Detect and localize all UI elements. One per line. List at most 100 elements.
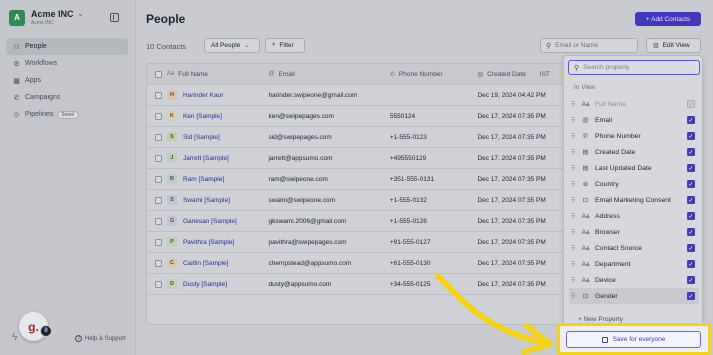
drag-handle-icon[interactable]: ⠿ bbox=[571, 117, 577, 124]
contact-name[interactable]: Ken [Sample] bbox=[183, 113, 222, 120]
name-cell[interactable]: K Ken [Sample] bbox=[163, 111, 263, 121]
contact-name[interactable]: Swami [Sample] bbox=[183, 197, 230, 204]
contact-name[interactable]: Dusty [Sample] bbox=[183, 281, 227, 288]
property-checkbox[interactable]: ✓ bbox=[687, 212, 695, 220]
drag-handle-icon[interactable]: ⠿ bbox=[571, 149, 577, 156]
save-for-everyone-button[interactable]: Save for everyone bbox=[566, 331, 701, 348]
property-checkbox[interactable]: ✓ bbox=[687, 276, 695, 284]
column-header-phone[interactable]: ✆ Phone Number bbox=[384, 71, 472, 78]
sidebar-item-people[interactable]: ⚇ People bbox=[6, 38, 128, 55]
column-header-date[interactable]: ▤ Created Date IST bbox=[471, 71, 563, 78]
name-cell[interactable]: S Swami [Sample] bbox=[163, 195, 263, 205]
property-item[interactable]: ⠿ ▤ Last Updated Date ✓ bbox=[569, 160, 699, 176]
drag-handle-icon[interactable]: ⠿ bbox=[571, 213, 577, 220]
row-checkbox[interactable] bbox=[155, 217, 162, 225]
column-header-name[interactable]: Aa Full Name bbox=[163, 71, 263, 78]
contact-search-input[interactable]: ⚲ Email or Name bbox=[540, 38, 638, 53]
view-select[interactable]: All People ⌄ bbox=[204, 38, 260, 53]
contact-name[interactable]: Jarrett [Sample] bbox=[183, 155, 229, 162]
property-search-input[interactable]: ⚲ Search property bbox=[568, 60, 700, 75]
table-row[interactable]: D Dusty [Sample] dusty@appsumo.com +34-555-… bbox=[147, 274, 563, 295]
name-cell[interactable]: R Ram [Sample] bbox=[163, 174, 263, 184]
property-item[interactable]: ⠿ Aa Contact Source ✓ bbox=[569, 240, 699, 256]
contact-name[interactable]: Caitlin [Sample] bbox=[183, 260, 229, 267]
property-checkbox[interactable]: ✓ bbox=[687, 148, 695, 156]
table-row[interactable]: R Ram [Sample] ram@swipeone.com +351-555-01… bbox=[147, 169, 563, 190]
row-checkbox[interactable] bbox=[155, 133, 162, 141]
property-checkbox[interactable]: ✓ bbox=[687, 116, 695, 124]
drag-handle-icon[interactable]: ⠿ bbox=[571, 165, 577, 172]
drag-handle-icon[interactable]: ⠿ bbox=[571, 245, 577, 252]
property-checkbox[interactable]: ✓ bbox=[687, 260, 695, 268]
property-item[interactable]: ⠿ Aa Device ✓ bbox=[569, 272, 699, 288]
table-row[interactable]: P Pavithra [Sample] pavithra@swipepages.co… bbox=[147, 232, 563, 253]
drag-handle-icon[interactable]: ⠿ bbox=[571, 229, 577, 236]
table-row[interactable]: S Swami [Sample] swami@swipeone.com +1-555-… bbox=[147, 190, 563, 211]
sidebar-item-campaigns[interactable]: ✆ Campaigns bbox=[6, 89, 128, 106]
edit-view-button[interactable]: ▥ Edit View bbox=[646, 38, 701, 53]
property-checkbox[interactable]: ✓ bbox=[687, 292, 695, 300]
property-item[interactable]: ⠿ ⊡ Gender ✓ bbox=[569, 288, 699, 304]
workspace-switcher[interactable]: A Acme INC ⌄ Acme INC bbox=[9, 9, 83, 26]
row-checkbox[interactable] bbox=[155, 112, 162, 120]
property-item[interactable]: ⠿ Aa Address ✓ bbox=[569, 208, 699, 224]
property-checkbox[interactable]: ✓ bbox=[687, 132, 695, 140]
table-row[interactable]: C Caitlin [Sample] chempstead@appsumo.com +… bbox=[147, 253, 563, 274]
property-checkbox[interactable]: ✓ bbox=[687, 196, 695, 204]
table-row[interactable]: S Sid [Sample] sid@swipepages.com +1-555-01… bbox=[147, 127, 563, 148]
table-row[interactable]: K Ken [Sample] ken@swipepages.com 5550124 De… bbox=[147, 106, 563, 127]
property-item[interactable]: ⠿ Aa Full Name ✓ bbox=[569, 96, 699, 112]
name-cell[interactable]: C Caitlin [Sample] bbox=[163, 258, 263, 268]
sidebar-item-apps[interactable]: ▦ Apps bbox=[6, 72, 128, 89]
name-cell[interactable]: H Harinder Kaur bbox=[163, 90, 263, 100]
name-cell[interactable]: G Ganesan [Sample] bbox=[163, 216, 263, 226]
property-item[interactable]: ⠿ @ Email ✓ bbox=[569, 112, 699, 128]
help-support-link[interactable]: ? Help & Support bbox=[75, 335, 126, 342]
drag-handle-icon[interactable]: ⠿ bbox=[571, 101, 577, 108]
row-checkbox[interactable] bbox=[155, 175, 162, 183]
filter-button[interactable]: ⩔ Filter bbox=[265, 38, 305, 53]
table-row[interactable]: G Ganesan [Sample] gkswami.2006@gmail.com +… bbox=[147, 211, 563, 232]
column-header-email[interactable]: @ Email bbox=[262, 71, 383, 78]
contact-name[interactable]: Ram [Sample] bbox=[183, 176, 224, 183]
collapse-sidebar-icon[interactable] bbox=[110, 13, 119, 22]
drag-handle-icon[interactable]: ⠿ bbox=[571, 277, 577, 284]
row-checkbox[interactable] bbox=[155, 91, 162, 99]
contact-name[interactable]: Harinder Kaur bbox=[183, 92, 223, 99]
select-all-checkbox[interactable] bbox=[155, 70, 162, 78]
name-cell[interactable]: P Pavithra [Sample] bbox=[163, 237, 263, 247]
sidebar-item-workflows[interactable]: ⚙ Workflows bbox=[6, 55, 128, 72]
row-checkbox[interactable] bbox=[155, 280, 162, 288]
property-item[interactable]: ⠿ ✆ Phone Number ✓ bbox=[569, 128, 699, 144]
property-checkbox[interactable]: ✓ bbox=[687, 180, 695, 188]
row-checkbox[interactable] bbox=[155, 238, 162, 246]
property-item[interactable]: ⠿ ⊡ Email Marketing Consent ✓ bbox=[569, 192, 699, 208]
property-checkbox[interactable]: ✓ bbox=[687, 244, 695, 252]
property-item[interactable]: ⠿ ⊕ Country ✓ bbox=[569, 176, 699, 192]
row-checkbox[interactable] bbox=[155, 259, 162, 267]
table-row[interactable]: J Jarrett [Sample] jarrett@appsumo.com +495… bbox=[147, 148, 563, 169]
add-contacts-button[interactable]: + Add Contacts bbox=[635, 12, 701, 26]
name-cell[interactable]: D Dusty [Sample] bbox=[163, 279, 263, 289]
row-checkbox[interactable] bbox=[155, 154, 162, 162]
name-cell[interactable]: J Jarrett [Sample] bbox=[163, 153, 263, 163]
sidebar-item-pipelines[interactable]: ⊙ Pipelines Soon! bbox=[6, 106, 128, 123]
contact-name[interactable]: Sid [Sample] bbox=[183, 134, 220, 141]
drag-handle-icon[interactable]: ⠿ bbox=[571, 293, 577, 300]
property-item[interactable]: ⠿ ▤ Created Date ✓ bbox=[569, 144, 699, 160]
property-item[interactable]: ⠿ Aa Browser ✓ bbox=[569, 224, 699, 240]
table-row[interactable]: H Harinder Kaur harinder.swipeone@gmail.co… bbox=[147, 85, 563, 106]
name-cell[interactable]: S Sid [Sample] bbox=[163, 132, 263, 142]
drag-handle-icon[interactable]: ⠿ bbox=[571, 197, 577, 204]
property-checkbox[interactable]: ✓ bbox=[687, 164, 695, 172]
contact-name[interactable]: Ganesan [Sample] bbox=[183, 218, 237, 225]
contact-name[interactable]: Pavithra [Sample] bbox=[183, 239, 234, 246]
row-checkbox[interactable] bbox=[155, 196, 162, 204]
drag-handle-icon[interactable]: ⠿ bbox=[571, 133, 577, 140]
drag-handle-icon[interactable]: ⠿ bbox=[571, 181, 577, 188]
lightning-icon[interactable]: ϟ bbox=[12, 332, 17, 343]
property-item[interactable]: ⠿ Aa Department ✓ bbox=[569, 256, 699, 272]
property-checkbox[interactable]: ✓ bbox=[687, 228, 695, 236]
new-property-button[interactable]: + New Property bbox=[578, 316, 623, 323]
drag-handle-icon[interactable]: ⠿ bbox=[571, 261, 577, 268]
